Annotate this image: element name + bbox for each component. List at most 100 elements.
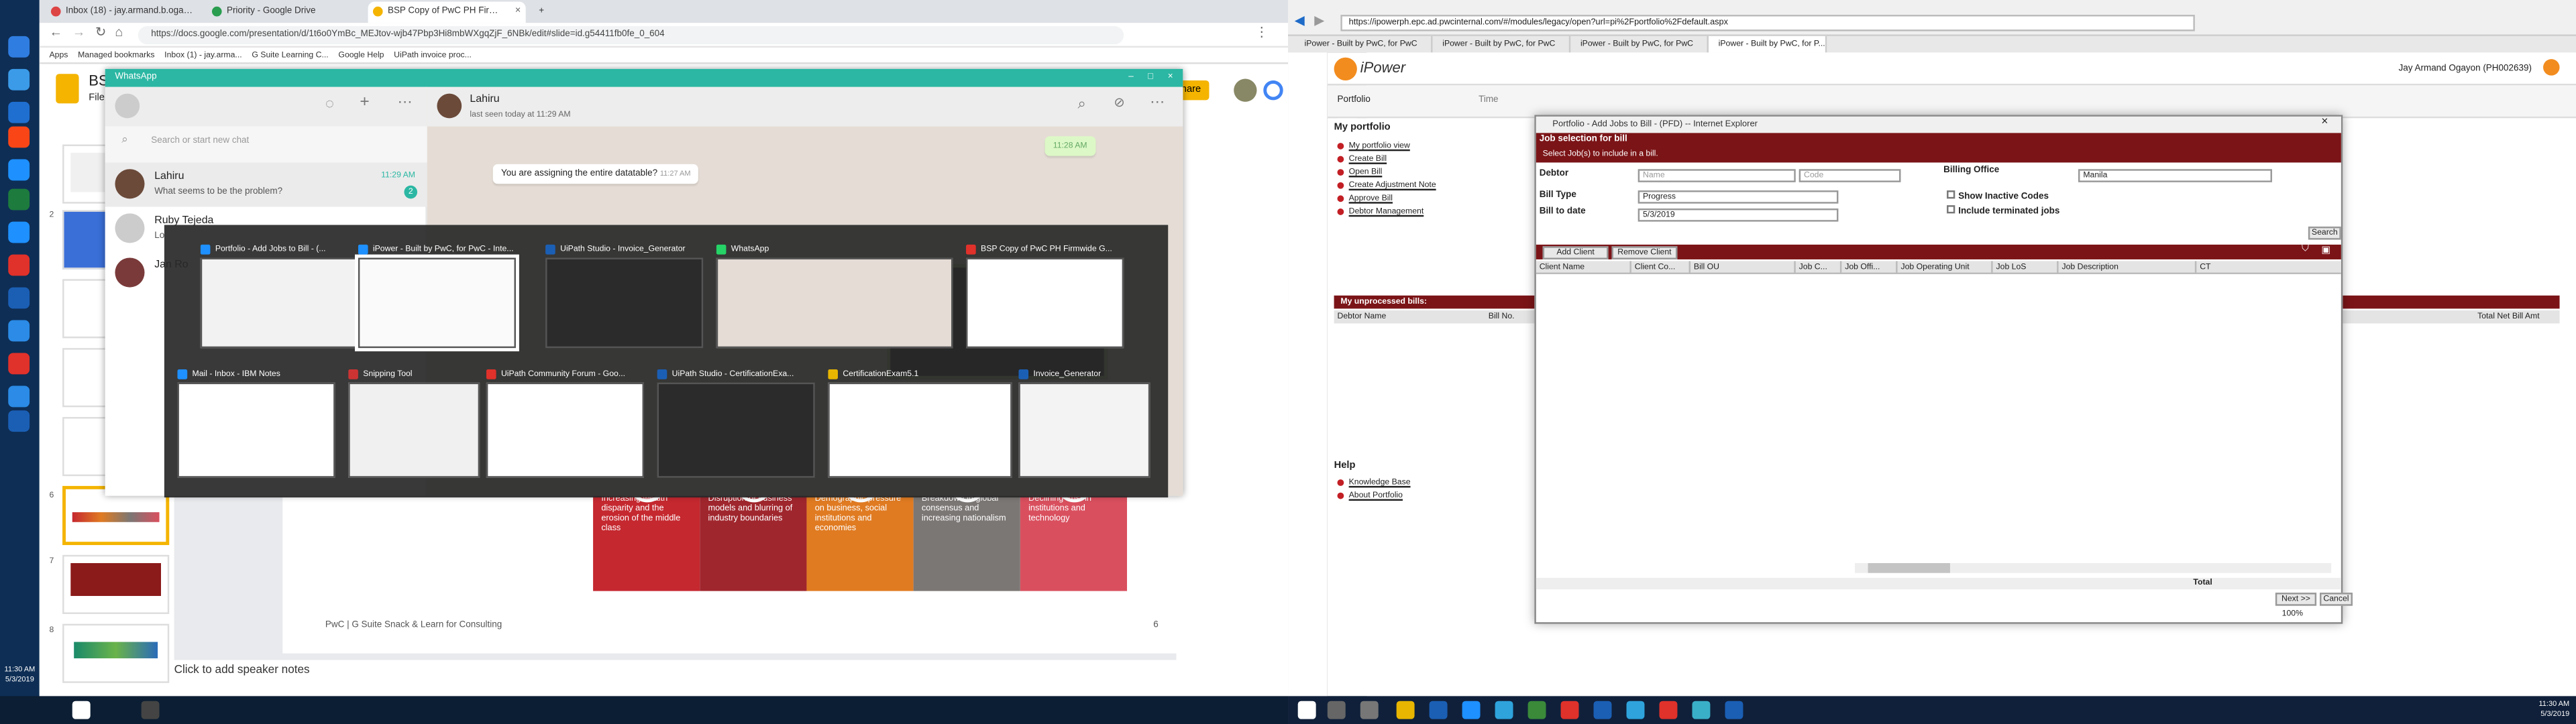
ie-icon[interactable] bbox=[1462, 701, 1481, 719]
uipath-icon[interactable] bbox=[8, 410, 30, 432]
ie-tab[interactable]: iPower - Built by PwC, for PwC bbox=[1433, 36, 1571, 53]
next-button[interactable]: Next >> bbox=[2275, 593, 2317, 606]
switcher-window[interactable]: Invoice_Generator bbox=[1018, 366, 1150, 478]
bookmark-uipath[interactable]: UiPath invoice proc... bbox=[394, 50, 472, 60]
back-icon[interactable]: ◀ bbox=[1295, 13, 1305, 28]
chrome-tab-slides[interactable]: BSP Copy of PwC PH Firmwide G...× bbox=[368, 1, 526, 23]
desktop-icon[interactable] bbox=[8, 36, 30, 58]
slide-thumbnail[interactable] bbox=[62, 623, 170, 683]
column-header[interactable]: Job Offi... bbox=[1841, 261, 1898, 274]
column-header[interactable]: Bill OU bbox=[1690, 261, 1796, 274]
maximize-icon[interactable]: □ bbox=[1148, 69, 1153, 87]
desktop-icon[interactable] bbox=[8, 68, 30, 90]
uipath-icon[interactable] bbox=[1429, 701, 1448, 719]
ie-icon[interactable] bbox=[8, 159, 30, 181]
user-name[interactable]: Jay Armand Ogayon (PH002639) bbox=[2399, 64, 2532, 74]
debtor-code-input[interactable]: Code bbox=[1799, 169, 1901, 182]
contact-name[interactable]: Lahiru bbox=[470, 94, 499, 105]
app-icon[interactable] bbox=[1626, 701, 1645, 719]
status-icon[interactable]: ◌ bbox=[325, 95, 334, 111]
ie-tab[interactable]: iPower - Built by PwC, for PwC bbox=[1295, 36, 1433, 53]
column-header[interactable]: Client Co... bbox=[1631, 261, 1691, 274]
chrome-extension-icon[interactable] bbox=[1263, 80, 1283, 101]
column-header[interactable]: Job C... bbox=[1796, 261, 1842, 274]
include-terminated-checkbox[interactable]: Include terminated jobs bbox=[1947, 205, 2059, 217]
desktop-icon[interactable] bbox=[8, 320, 30, 342]
ie-address-bar[interactable]: https://ipowerph.epc.ad.pwcinternal.com/… bbox=[1340, 15, 2195, 32]
switcher-window[interactable]: WhatsApp bbox=[716, 241, 953, 349]
ie-tab[interactable]: iPower - Built by PwC, for PwC bbox=[1570, 36, 1709, 53]
switcher-window[interactable]: BSP Copy of PwC PH Firmwide G... bbox=[966, 241, 1124, 349]
link-about-portfolio[interactable]: About Portfolio bbox=[1337, 489, 1534, 503]
bill-type-select[interactable]: Progress bbox=[1638, 190, 1839, 204]
minimize-icon[interactable]: – bbox=[1128, 69, 1134, 87]
close-icon[interactable]: × bbox=[1168, 69, 1173, 87]
search-icon[interactable] bbox=[1327, 701, 1346, 719]
bookmark-managed[interactable]: Managed bookmarks bbox=[78, 50, 154, 60]
switcher-window-selected[interactable]: iPower - Built by PwC, for PwC - Inte... bbox=[354, 241, 519, 352]
chrome-tab-inbox[interactable]: Inbox (18) - jay.armand.b.ogayo... bbox=[46, 1, 204, 23]
uipath-icon[interactable] bbox=[1725, 701, 1743, 719]
switcher-window[interactable]: UiPath Community Forum - Goo... bbox=[486, 366, 645, 478]
chrome-icon[interactable] bbox=[1560, 701, 1579, 719]
column-header[interactable]: CT bbox=[2196, 261, 2341, 274]
uipath-icon[interactable] bbox=[8, 287, 30, 309]
ie-icon[interactable] bbox=[8, 221, 30, 243]
bookmark-apps[interactable]: Apps bbox=[49, 50, 68, 60]
link-debtor-management[interactable]: Debtor Management bbox=[1337, 205, 1534, 219]
bookmark-inbox[interactable]: Inbox (1) - jay.arma... bbox=[164, 50, 241, 60]
chrome-address-bar[interactable]: https://docs.google.com/presentation/d/1… bbox=[138, 26, 1124, 45]
switcher-window[interactable]: CertificationExam5.1 bbox=[828, 366, 1012, 478]
horizontal-scrollbar[interactable] bbox=[1854, 563, 2332, 573]
forward-icon[interactable]: ▶ bbox=[1314, 13, 1324, 28]
desktop-icon[interactable] bbox=[8, 385, 30, 408]
export-icon[interactable]: ▣ bbox=[2321, 245, 2330, 256]
excel-icon[interactable] bbox=[8, 188, 30, 210]
column-header[interactable]: Client Name bbox=[1536, 261, 1631, 274]
view-icon[interactable] bbox=[72, 701, 91, 719]
menu-icon[interactable]: ⋯ bbox=[398, 94, 413, 112]
bill-to-date-input[interactable]: 5/3/2019 bbox=[1638, 208, 1839, 222]
attach-icon[interactable]: ⊘ bbox=[1114, 95, 1124, 110]
new-chat-icon[interactable]: + bbox=[360, 94, 369, 112]
search-input[interactable]: Search or start new chat bbox=[151, 136, 249, 146]
grid-icon[interactable] bbox=[141, 701, 160, 719]
folder-icon[interactable] bbox=[1396, 701, 1415, 719]
column-header[interactable]: Job Description bbox=[2059, 261, 2197, 274]
reload-icon[interactable]: ↻ bbox=[95, 25, 106, 40]
close-icon[interactable]: × bbox=[515, 1, 521, 23]
tab-portfolio[interactable]: Portfolio bbox=[1337, 95, 1370, 105]
uipath-icon[interactable] bbox=[8, 126, 30, 148]
menu-icon[interactable]: ⋯ bbox=[1150, 94, 1165, 112]
list-item[interactable]: Lahiru What seems to be the problem? 11:… bbox=[105, 162, 427, 207]
menu-icon[interactable]: ⋮ bbox=[1255, 25, 1269, 40]
show-inactive-checkbox[interactable]: Show Inactive Codes bbox=[1947, 190, 2049, 202]
switcher-window[interactable]: UiPath Studio - CertificationExa... bbox=[657, 366, 815, 478]
avatar[interactable] bbox=[1234, 78, 1257, 102]
switcher-window[interactable]: UiPath Studio - Invoice_Generator bbox=[545, 241, 704, 349]
filter-icon[interactable]: ⛉ bbox=[2302, 245, 2309, 256]
chrome-icon[interactable] bbox=[8, 254, 30, 276]
uipath-icon[interactable] bbox=[1593, 701, 1612, 719]
link-approve-bill[interactable]: Approve Bill bbox=[1337, 192, 1534, 206]
remove-client-button[interactable]: Remove Client bbox=[1611, 246, 1678, 259]
search-icon[interactable]: ⌕ bbox=[1078, 95, 1086, 113]
app-icon[interactable] bbox=[1527, 701, 1546, 719]
switcher-window[interactable]: Portfolio - Add Jobs to Bill - (... bbox=[200, 241, 358, 349]
column-header[interactable]: Job LoS bbox=[1993, 261, 2059, 274]
cancel-button[interactable]: Cancel bbox=[2319, 593, 2353, 606]
bookmark-gsuite[interactable]: G Suite Learning C... bbox=[252, 50, 328, 60]
link-knowledge-base[interactable]: Knowledge Base bbox=[1337, 476, 1534, 489]
forward-icon[interactable]: → bbox=[72, 25, 86, 40]
speaker-notes[interactable]: Click to add speaker notes bbox=[174, 665, 1160, 698]
add-client-button[interactable]: Add Client bbox=[1542, 246, 1609, 259]
task-view-icon[interactable] bbox=[1360, 701, 1379, 719]
desktop-icon[interactable] bbox=[8, 101, 30, 123]
ie-tab-active[interactable]: iPower - Built by PwC, for P... bbox=[1708, 36, 1827, 53]
app-icon[interactable] bbox=[1495, 701, 1513, 719]
notification-icon[interactable] bbox=[2543, 59, 2560, 76]
link-open-bill[interactable]: Open Bill bbox=[1337, 166, 1534, 179]
app-icon[interactable] bbox=[1692, 701, 1711, 719]
bookmark-google-help[interactable]: Google Help bbox=[338, 50, 384, 60]
switcher-window[interactable]: Snipping Tool bbox=[348, 366, 480, 478]
